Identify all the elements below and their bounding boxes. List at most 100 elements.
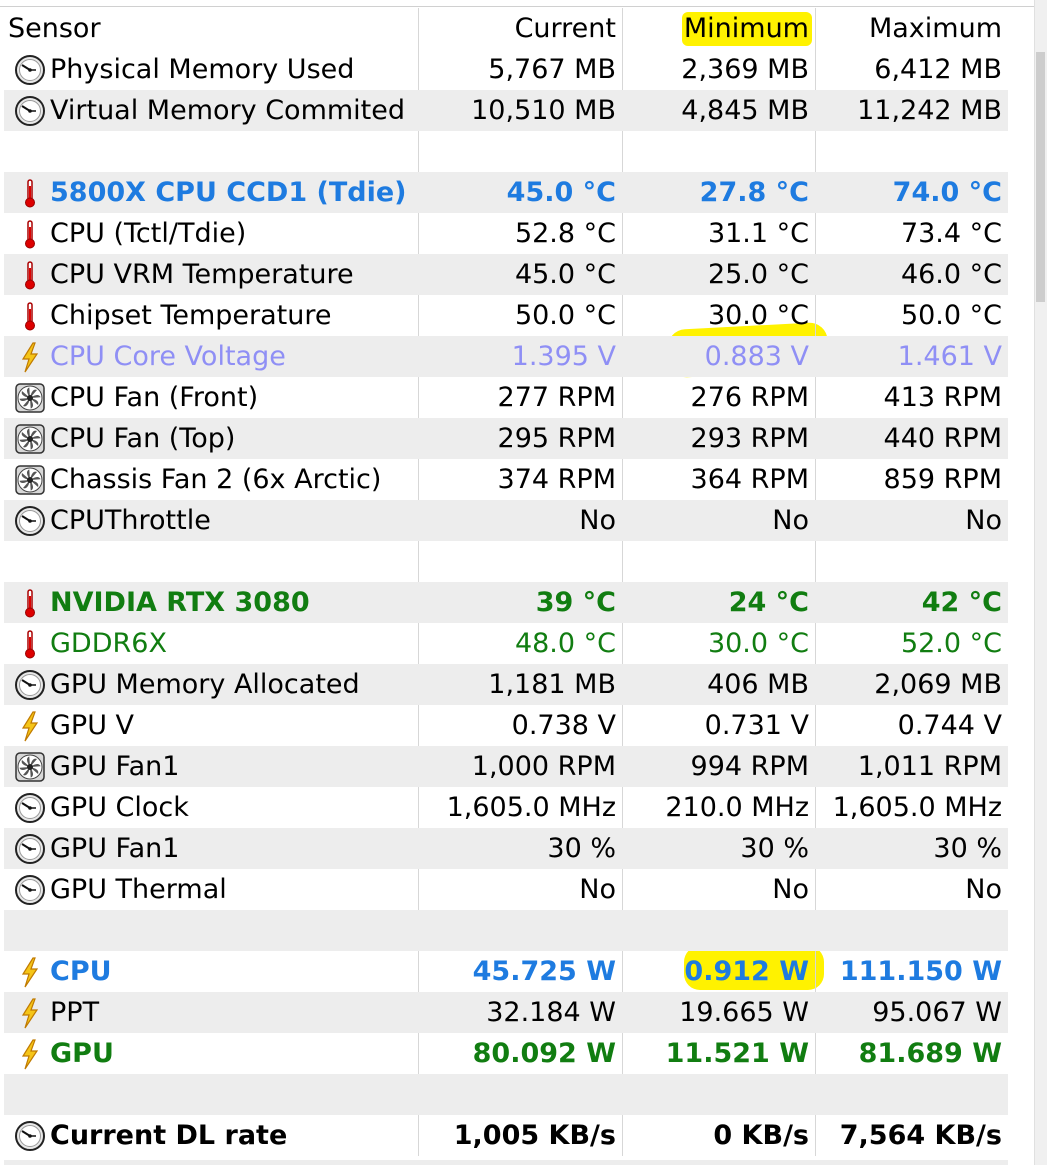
table-row[interactable]: GDDR6X 48.0 °C 30.0 °C 52.0 °C [4, 623, 1008, 664]
clock-gauge-icon [8, 787, 48, 828]
table-row[interactable]: GPU Fan1 30 % 30 % 30 % [4, 828, 1008, 869]
table-row[interactable]: Virtual Memory Commited 10,510 MB 4,845 MB… [4, 90, 1008, 131]
current-value: No [579, 874, 616, 905]
fan-icon [8, 459, 48, 500]
minimum-value: 2,369 MB [681, 54, 809, 85]
clock-gauge-icon [8, 664, 48, 705]
maximum-value: 1.461 V [897, 341, 1002, 372]
sensor-name: GDDR6X [50, 628, 167, 659]
table-row[interactable]: Chassis Fan 2 (6x Arctic) 374 RPM 364 RPM 8… [4, 459, 1008, 500]
table-row[interactable]: GPU 80.092 W 11.521 W 81.689 W [4, 1033, 1008, 1074]
current-value: 277 RPM [497, 382, 616, 413]
sensor-name: GPU Thermal [50, 874, 227, 905]
thermometer-icon [8, 254, 48, 295]
minimum-value: 11.521 W [665, 1038, 809, 1069]
table-row[interactable]: GPU Memory Allocated 1,181 MB 406 MB 2,069 … [4, 664, 1008, 705]
table-row[interactable]: GPU Clock 1,605.0 MHz 210.0 MHz 1,605.0 MHz [4, 787, 1008, 828]
sensor-name: Current DL rate [50, 1120, 288, 1151]
lightning-icon [8, 705, 48, 746]
clock-gauge-icon [8, 869, 48, 910]
current-value: 48.0 °C [514, 628, 616, 659]
maximum-value: No [965, 874, 1002, 905]
table-row[interactable]: PPT 32.184 W 19.665 W 95.067 W [4, 992, 1008, 1033]
column-header-sensor[interactable]: Sensor [8, 8, 101, 49]
maximum-value: 6,412 MB [874, 54, 1002, 85]
fan-icon [8, 377, 48, 418]
clock-gauge-icon [8, 1115, 48, 1156]
sensor-name: Chassis Fan 2 (6x Arctic) [50, 464, 382, 495]
current-value: 39 °C [535, 587, 616, 618]
fan-icon [8, 746, 48, 787]
lightning-icon [8, 1033, 48, 1074]
maximum-value: 0.744 V [897, 710, 1002, 741]
table-row[interactable]: CPU Fan (Front) 277 RPM 276 RPM 413 RPM [4, 377, 1008, 418]
clock-gauge-icon [8, 828, 48, 869]
table-row[interactable]: GPU V 0.738 V 0.731 V 0.744 V [4, 705, 1008, 746]
maximum-value: 74.0 °C [892, 177, 1002, 208]
table-row[interactable]: GPU Thermal No No No [4, 869, 1008, 910]
thermometer-icon [8, 582, 48, 623]
minimum-value: 31.1 °C [707, 218, 809, 249]
minimum-value: 4,845 MB [681, 95, 809, 126]
separator-row [4, 910, 1008, 951]
current-value: 10,510 MB [471, 95, 616, 126]
minimum-value: No [772, 874, 809, 905]
table-row[interactable]: Current DL rate 1,005 KB/s 0 KB/s 7,564 KB/… [4, 1115, 1008, 1156]
current-value: 1.395 V [511, 341, 616, 372]
maximum-value: 73.4 °C [900, 218, 1002, 249]
current-value: 45.0 °C [506, 177, 616, 208]
table-row[interactable]: CPU Fan (Top) 295 RPM 293 RPM 440 RPM [4, 418, 1008, 459]
minimum-value: 30 % [740, 833, 809, 864]
current-value: 295 RPM [497, 423, 616, 454]
minimum-value: 0.912 W [684, 956, 809, 987]
minimum-value: No [772, 505, 809, 536]
sensor-name: GPU V [50, 710, 135, 741]
minimum-value: 0.883 V [704, 341, 809, 372]
minimum-value: 25.0 °C [707, 259, 809, 290]
table-header[interactable]: Sensor Current Minimum Maximum [4, 8, 1008, 49]
current-value: 1,000 RPM [471, 751, 616, 782]
minimum-value: 27.8 °C [699, 177, 809, 208]
table-row[interactable]: Chipset Temperature 50.0 °C 30.0 °C 50.0 °C [4, 295, 1008, 336]
scrollbar-thumb[interactable] [1036, 52, 1045, 302]
maximum-value: 52.0 °C [900, 628, 1002, 659]
minimum-value: 364 RPM [690, 464, 809, 495]
maximum-value: 46.0 °C [900, 259, 1002, 290]
table-row[interactable]: CPU 45.725 W 0.912 W 111.150 W [4, 951, 1008, 992]
current-value: No [579, 505, 616, 536]
clock-gauge-icon [8, 90, 48, 131]
current-value: 80.092 W [472, 1038, 616, 1069]
table-row[interactable]: CPU Core Voltage 1.395 V 0.883 V 1.461 V [4, 336, 1008, 377]
separator-row [4, 541, 1008, 582]
minimum-value: 30.0 °C [707, 628, 809, 659]
sensor-name: Physical Memory Used [50, 54, 355, 85]
thermometer-icon [8, 623, 48, 664]
table-row[interactable]: GPU Fan1 1,000 RPM 994 RPM 1,011 RPM [4, 746, 1008, 787]
sensor-name: CPUThrottle [50, 505, 211, 536]
sensor-name: NVIDIA RTX 3080 [50, 587, 310, 618]
table-row[interactable]: Physical Memory Used 5,767 MB 2,369 MB 6,41… [4, 49, 1008, 90]
current-value: 1,005 KB/s [453, 1120, 616, 1151]
table-row[interactable]: NVIDIA RTX 3080 39 °C 24 °C 42 °C [4, 582, 1008, 623]
sensor-name: GPU Fan1 [50, 833, 180, 864]
sensor-name: GPU Fan1 [50, 751, 180, 782]
column-header-current[interactable]: Current [515, 8, 616, 49]
maximum-value: 859 RPM [883, 464, 1002, 495]
sensor-name: PPT [50, 997, 100, 1028]
sensor-name: CPU VRM Temperature [50, 259, 354, 290]
lightning-icon [8, 951, 48, 992]
thermometer-icon [8, 295, 48, 336]
lightning-icon [8, 992, 48, 1033]
maximum-value: No [965, 505, 1002, 536]
table-row[interactable]: CPU VRM Temperature 45.0 °C 25.0 °C 46.0 °C [4, 254, 1008, 295]
table-row[interactable]: CPU (Tctl/Tdie) 52.8 °C 31.1 °C 73.4 °C [4, 213, 1008, 254]
minimum-value: 293 RPM [690, 423, 809, 454]
minimum-value: 19.665 W [679, 997, 809, 1028]
maximum-value: 111.150 W [839, 956, 1002, 987]
table-row[interactable]: 5800X CPU CCD1 (Tdie) 45.0 °C 27.8 °C 74.0 … [4, 172, 1008, 213]
current-value: 1,605.0 MHz [446, 792, 616, 823]
column-header-minimum[interactable]: Minimum [684, 8, 809, 49]
sensor-table: Sensor Current Minimum Maximum Physical … [4, 8, 1008, 1156]
column-header-maximum[interactable]: Maximum [869, 8, 1002, 49]
table-row[interactable]: CPUThrottle No No No [4, 500, 1008, 541]
